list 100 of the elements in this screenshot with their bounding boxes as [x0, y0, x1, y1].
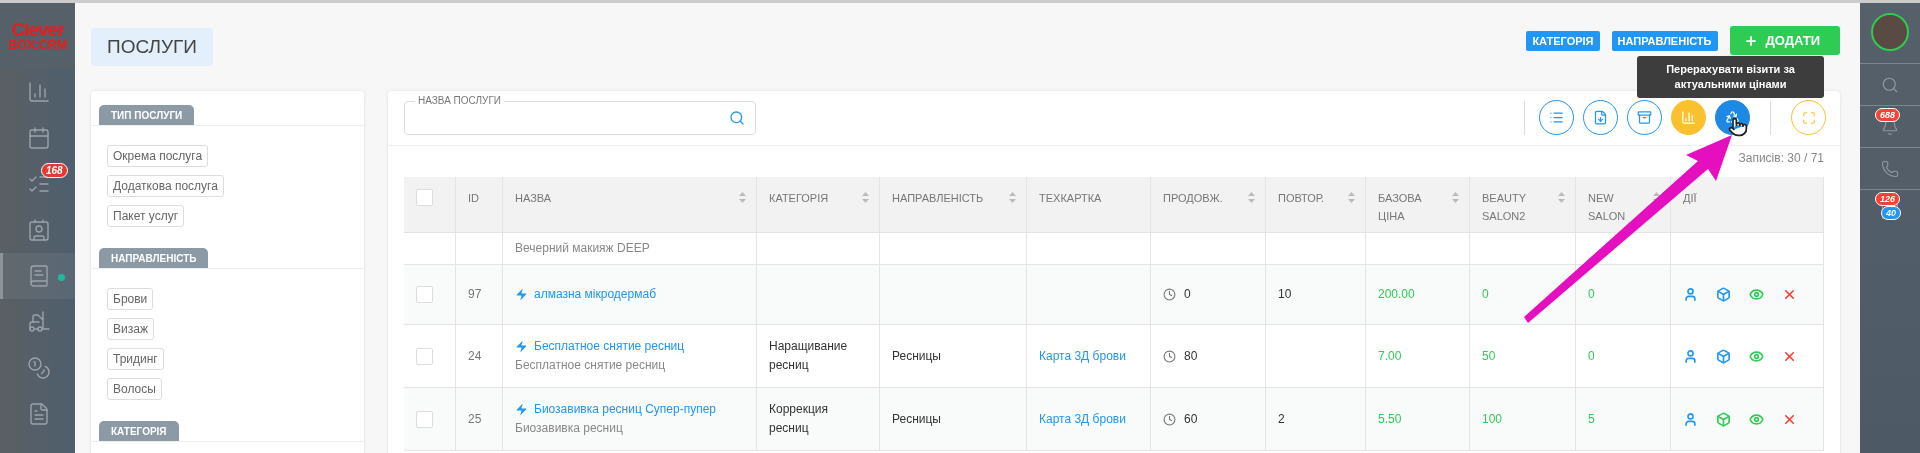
- filter-chip[interactable]: Волосы: [107, 378, 162, 400]
- eye-icon[interactable]: [1749, 411, 1764, 427]
- sidebar-item[interactable]: [0, 253, 75, 299]
- service-link[interactable]: алмазна мікродермаб: [515, 285, 746, 304]
- column-header[interactable]: ПОВТОР.: [1278, 189, 1325, 207]
- checkbox[interactable]: [416, 347, 433, 365]
- list-icon: [1549, 110, 1564, 125]
- logo-subtext: BOX:CRM: [8, 38, 67, 52]
- filter-chip[interactable]: Окрема послуга: [107, 145, 209, 167]
- sort-icon[interactable]: [862, 192, 869, 203]
- cube-icon[interactable]: [1716, 348, 1731, 364]
- user-icon[interactable]: [1683, 411, 1698, 427]
- user-icon[interactable]: [1683, 287, 1698, 302]
- filter-button[interactable]: НАПРАВЛЕНІСТЬ: [1611, 30, 1718, 51]
- page-title: ПОСЛУГИ: [91, 28, 213, 66]
- checkbox[interactable]: [416, 286, 433, 303]
- table-cell-text: 25: [468, 410, 483, 428]
- add-button[interactable]: ДОДАТИ: [1729, 26, 1840, 55]
- column-header[interactable]: ПРОДОВЖ.: [1163, 189, 1223, 207]
- table-cell-text: 0: [1482, 286, 1490, 303]
- table-cell-text: 0: [1588, 286, 1596, 303]
- column-header[interactable]: BEAUTY SALON2: [1482, 189, 1542, 225]
- filter-chip[interactable]: Визаж: [107, 318, 154, 340]
- sort-icon[interactable]: [1558, 192, 1565, 203]
- table-cell-text: Ресницы: [892, 347, 942, 365]
- calendar-icon: [27, 126, 51, 150]
- eye-icon[interactable]: [1749, 348, 1764, 364]
- sort-icon[interactable]: [1248, 192, 1255, 203]
- column-header[interactable]: НАПРАВЛЕНІСТЬ: [892, 189, 984, 207]
- count-badge: 688: [1875, 108, 1901, 122]
- cube-icon[interactable]: [1716, 411, 1731, 427]
- lightning-icon: [515, 340, 528, 353]
- filter-chip[interactable]: Тридинг: [107, 348, 164, 370]
- clock-icon: [1163, 412, 1176, 426]
- active-dot: [58, 274, 65, 281]
- table-cell-text: 5.50: [1378, 410, 1403, 428]
- table-cell-text: 200.00: [1378, 286, 1416, 303]
- avatar[interactable]: [1871, 13, 1909, 51]
- table-cell-text: 2: [1278, 410, 1286, 428]
- eye-icon[interactable]: [1749, 287, 1764, 302]
- clock-icon: [1163, 288, 1176, 301]
- table-cell-text: Вечерний макияж DEEP: [515, 240, 651, 257]
- column-header[interactable]: КАТЕГОРІЯ: [769, 189, 829, 207]
- search-icon: [1881, 75, 1899, 94]
- document-icon: [27, 402, 51, 426]
- lightning-icon: [515, 403, 528, 416]
- column-header[interactable]: НАЗВА: [515, 189, 552, 207]
- table-cell: 80: [1163, 346, 1255, 366]
- file-download-icon: [1593, 110, 1608, 125]
- hand-cursor-icon: [1728, 117, 1748, 137]
- column-header[interactable]: NEW SALON: [1588, 189, 1648, 225]
- lightning-icon: [515, 288, 528, 301]
- count-badge: 40: [1881, 206, 1901, 220]
- service-link[interactable]: Бесплатное снятие ресниц: [515, 337, 746, 356]
- count-badge: 168: [41, 163, 68, 178]
- fullscreen-icon: [1801, 110, 1816, 125]
- table-cell-text: 0: [1588, 347, 1596, 365]
- techcard-link[interactable]: Карта 3Д брови: [1039, 346, 1140, 366]
- fullscreen-button[interactable]: [1791, 100, 1826, 135]
- table-cell: 60: [1163, 409, 1255, 429]
- chart-icon: [27, 80, 51, 104]
- filter-button[interactable]: КАТЕГОРІЯ: [1526, 30, 1600, 51]
- search-icon: [729, 109, 745, 126]
- sidebar-item[interactable]: 168: [0, 161, 75, 207]
- column-header[interactable]: ДІЇ: [1683, 189, 1697, 207]
- sort-icon[interactable]: [1452, 192, 1459, 203]
- table-cell-text: Биозавивка ресниц: [515, 420, 624, 437]
- tooltip: Перерахувати візити за актуальними цінами: [1637, 56, 1824, 98]
- cube-icon[interactable]: [1716, 287, 1731, 302]
- techcard-link[interactable]: Карта 3Д брови: [1039, 409, 1140, 429]
- table-cell-text: 7.00: [1378, 347, 1403, 365]
- table-cell: 0: [1163, 285, 1255, 304]
- table-cell-text: 50: [1482, 347, 1497, 365]
- user-icon[interactable]: [1683, 348, 1698, 364]
- table-cell-text: Наращивание ресниц: [769, 338, 849, 374]
- clock-icon: [1163, 349, 1176, 363]
- sort-icon[interactable]: [739, 192, 746, 203]
- close-icon[interactable]: [1782, 287, 1797, 302]
- column-header[interactable]: ТЕХКАРТКА: [1039, 189, 1102, 207]
- filter-chip[interactable]: Пакет услуг: [107, 205, 185, 227]
- checkbox[interactable]: [416, 189, 433, 206]
- book-icon: [27, 264, 51, 288]
- sidebar-item[interactable]: 688: [1860, 105, 1920, 147]
- count-badge: 126: [1875, 192, 1901, 206]
- chart-icon: [1681, 110, 1696, 125]
- coins-icon: [27, 356, 51, 380]
- plus-icon: [1743, 33, 1758, 48]
- filter-chip[interactable]: Брови: [107, 288, 154, 310]
- sort-icon[interactable]: [1348, 192, 1355, 203]
- sidebar-item[interactable]: 126 40: [1860, 189, 1920, 231]
- checkbox[interactable]: [416, 410, 433, 428]
- archive-icon: [1637, 110, 1652, 125]
- column-header[interactable]: БАЗОВА ЦІНА: [1378, 189, 1438, 225]
- sort-icon[interactable]: [1009, 192, 1016, 203]
- table-cell-text: Бесплатное снятие ресниц: [515, 357, 667, 374]
- filter-chip[interactable]: Додаткова послуга: [107, 175, 224, 197]
- column-header[interactable]: ID: [468, 189, 479, 207]
- table-cell-text: 24: [468, 347, 483, 365]
- service-link[interactable]: Биозавивка ресниц Супер-пупер: [515, 400, 746, 419]
- table-cell-text: 10: [1278, 286, 1293, 303]
